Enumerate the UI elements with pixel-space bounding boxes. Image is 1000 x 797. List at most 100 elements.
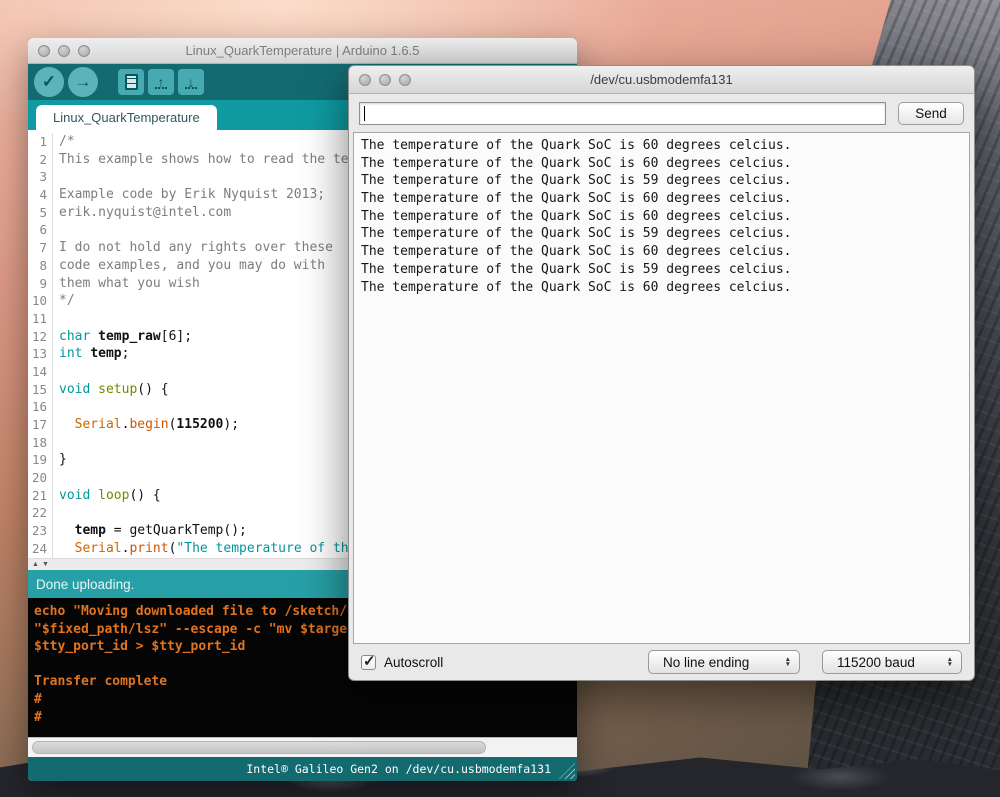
- serial-output-area[interactable]: The temperature of the Quark SoC is 60 d…: [353, 132, 970, 644]
- status-message: Done uploading.: [36, 577, 134, 592]
- baud-rate-value: 115200 baud: [837, 655, 915, 670]
- code-text: I do not hold any rights over these: [53, 239, 333, 257]
- arrow-down-base: [185, 87, 197, 89]
- zoom-button[interactable]: [78, 45, 90, 57]
- line-number: 8: [28, 257, 53, 275]
- scroll-up-icon[interactable]: ▲: [32, 560, 39, 570]
- send-button-label: Send: [915, 106, 947, 121]
- arrow-right-icon: →: [75, 72, 92, 92]
- serial-output-line: The temperature of the Quark SoC is 60 d…: [361, 208, 962, 226]
- line-number: 16: [28, 398, 53, 416]
- code-text: Serial.begin(115200);: [53, 416, 239, 434]
- checkmark-icon: ✓: [363, 652, 376, 670]
- send-button[interactable]: Send: [898, 102, 964, 125]
- serial-output-line: The temperature of the Quark SoC is 60 d…: [361, 155, 962, 173]
- monitor-window-title: /dev/cu.usbmodemfa131: [349, 72, 974, 87]
- code-text: void loop() {: [53, 487, 161, 505]
- ide-board-status-bar: Intel® Galileo Gen2 on /dev/cu.usbmodemf…: [28, 757, 577, 781]
- code-text: erik.nyquist@intel.com: [53, 204, 231, 222]
- document-icon: [125, 74, 138, 90]
- line-number: 9: [28, 275, 53, 293]
- code-text: /*: [53, 133, 75, 151]
- line-number: 3: [28, 168, 53, 186]
- board-status-text: Intel® Galileo Gen2 on /dev/cu.usbmodemf…: [246, 762, 551, 776]
- scrollbar-thumb[interactable]: [32, 741, 486, 754]
- ide-titlebar[interactable]: Linux_QuarkTemperature | Arduino 1.6.5: [28, 38, 577, 64]
- code-text: [53, 310, 67, 328]
- code-text: code examples, and you may do with: [53, 257, 325, 275]
- serial-output-line: The temperature of the Quark SoC is 60 d…: [361, 243, 962, 261]
- code-text: [53, 363, 67, 381]
- code-text: void setup() {: [53, 381, 169, 399]
- line-number: 10: [28, 292, 53, 310]
- serial-input[interactable]: [359, 102, 886, 125]
- console-horizontal-scrollbar[interactable]: [28, 737, 577, 757]
- line-ending-select[interactable]: No line ending ▲▼: [648, 650, 800, 674]
- line-number: 12: [28, 328, 53, 346]
- line-number: 11: [28, 310, 53, 328]
- serial-output-line: The temperature of the Quark SoC is 60 d…: [361, 190, 962, 208]
- zoom-button[interactable]: [399, 74, 411, 86]
- code-text: temp = getQuarkTemp();: [53, 522, 247, 540]
- line-number: 22: [28, 504, 53, 522]
- ide-window-title: Linux_QuarkTemperature | Arduino 1.6.5: [28, 43, 577, 58]
- new-sketch-button[interactable]: [118, 69, 144, 95]
- line-ending-value: No line ending: [663, 655, 749, 670]
- minimize-button[interactable]: [379, 74, 391, 86]
- code-text: them what you wish: [53, 275, 200, 293]
- console-line: #: [34, 691, 571, 709]
- text-caret: [364, 106, 365, 121]
- console-line: #: [34, 709, 571, 727]
- line-number: 2: [28, 151, 53, 169]
- line-number: 1: [28, 133, 53, 151]
- code-text: [53, 469, 67, 487]
- code-text: [53, 221, 67, 239]
- tab-linux-quarktemperature[interactable]: Linux_QuarkTemperature: [36, 105, 217, 130]
- baud-rate-select[interactable]: 115200 baud ▲▼: [822, 650, 962, 674]
- scroll-down-icon[interactable]: ▼: [42, 560, 49, 570]
- code-text: char temp_raw[6];: [53, 328, 192, 346]
- line-number: 5: [28, 204, 53, 222]
- open-button[interactable]: ↑: [148, 69, 174, 95]
- resize-grip-icon[interactable]: [559, 763, 575, 779]
- serial-output-line: The temperature of the Quark SoC is 59 d…: [361, 172, 962, 190]
- close-button[interactable]: [38, 45, 50, 57]
- stepper-arrows-icon: ▲▼: [947, 657, 953, 667]
- serial-output-line: The temperature of the Quark SoC is 59 d…: [361, 225, 962, 243]
- upload-button[interactable]: →: [68, 67, 98, 97]
- line-number: 20: [28, 469, 53, 487]
- line-number: 13: [28, 345, 53, 363]
- code-text: This example shows how to read the tem: [53, 151, 356, 169]
- line-number: 7: [28, 239, 53, 257]
- line-number: 18: [28, 434, 53, 452]
- save-button[interactable]: ↓: [178, 69, 204, 95]
- stepper-arrows-icon: ▲▼: [785, 657, 791, 667]
- serial-input-row: Send: [349, 94, 974, 132]
- line-number: 17: [28, 416, 53, 434]
- minimize-button[interactable]: [58, 45, 70, 57]
- serial-monitor-window: /dev/cu.usbmodemfa131 Send The temperatu…: [348, 65, 975, 681]
- serial-output-line: The temperature of the Quark SoC is 60 d…: [361, 137, 962, 155]
- check-icon: ✓: [42, 72, 56, 92]
- code-text: }: [53, 451, 67, 469]
- verify-button[interactable]: ✓: [34, 67, 64, 97]
- autoscroll-label: Autoscroll: [384, 655, 443, 670]
- code-text: [53, 504, 67, 522]
- serial-output-line: The temperature of the Quark SoC is 60 d…: [361, 279, 962, 297]
- line-number: 14: [28, 363, 53, 381]
- code-text: */: [53, 292, 75, 310]
- autoscroll-checkbox[interactable]: ✓: [361, 655, 376, 670]
- arrow-up-base: [155, 87, 167, 89]
- line-number: 4: [28, 186, 53, 204]
- monitor-titlebar[interactable]: /dev/cu.usbmodemfa131: [349, 66, 974, 94]
- ide-traffic-lights: [38, 45, 90, 57]
- line-number: 21: [28, 487, 53, 505]
- line-number: 23: [28, 522, 53, 540]
- code-text: [53, 398, 67, 416]
- line-number: 24: [28, 540, 53, 558]
- serial-output-line: The temperature of the Quark SoC is 59 d…: [361, 261, 962, 279]
- close-button[interactable]: [359, 74, 371, 86]
- code-text: [53, 434, 67, 452]
- line-number: 15: [28, 381, 53, 399]
- line-number: 19: [28, 451, 53, 469]
